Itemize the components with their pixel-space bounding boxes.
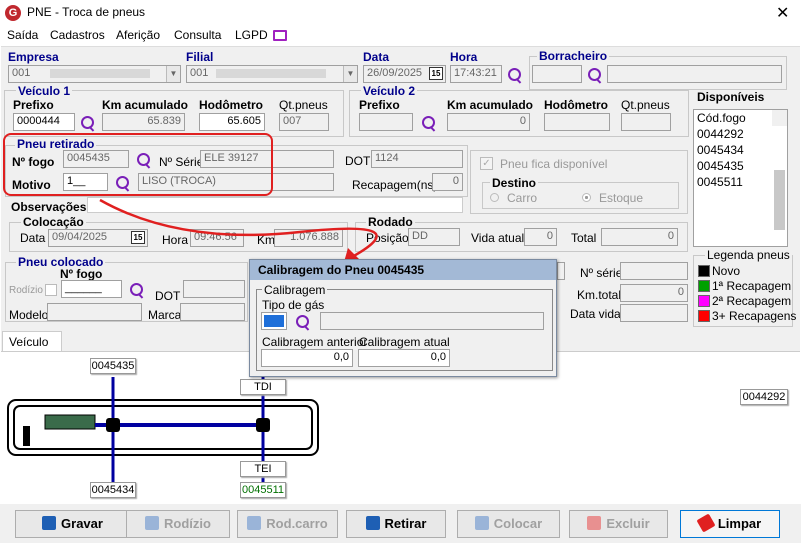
search-icon[interactable]: [295, 314, 311, 330]
calibragem-group-label: Calibragem: [262, 283, 328, 297]
calibragem-atual-field[interactable]: 0,0: [358, 349, 450, 367]
gravar-button[interactable]: Gravar: [15, 510, 130, 538]
save-icon: [474, 516, 489, 530]
excluir-button[interactable]: Excluir: [569, 510, 668, 538]
popup-title: Calibragem do Pneu 0045435: [250, 260, 556, 280]
colocar-button[interactable]: Colocar: [457, 510, 560, 538]
calibragem-atual-label: Calibragem atual: [359, 335, 450, 349]
calibragem-anterior-field[interactable]: 0,0: [261, 349, 353, 367]
save-icon: [145, 516, 160, 530]
rodizio-button[interactable]: Rodízio: [126, 510, 230, 538]
calibragem-popup: Calibragem do Pneu 0045435 Calibragem Ti…: [249, 259, 557, 377]
retirar-button[interactable]: Retirar: [346, 510, 446, 538]
rodcarro-button[interactable]: Rod.carro: [237, 510, 338, 538]
save-icon: [247, 516, 262, 530]
limpar-button[interactable]: Limpar: [680, 510, 780, 538]
save-icon: [42, 516, 57, 530]
eraser-icon: [696, 513, 716, 533]
save-icon: [365, 516, 380, 530]
gas-color-field[interactable]: [261, 312, 287, 330]
calibragem-anterior-label: Calibragem anterior: [262, 335, 368, 349]
tipo-gas-label: Tipo de gás: [262, 298, 325, 312]
gas-desc-field[interactable]: [320, 312, 544, 330]
button-bar: Gravar Rodízio Rod.carro Retirar Colocar…: [0, 504, 801, 543]
trash-icon: [587, 516, 602, 530]
